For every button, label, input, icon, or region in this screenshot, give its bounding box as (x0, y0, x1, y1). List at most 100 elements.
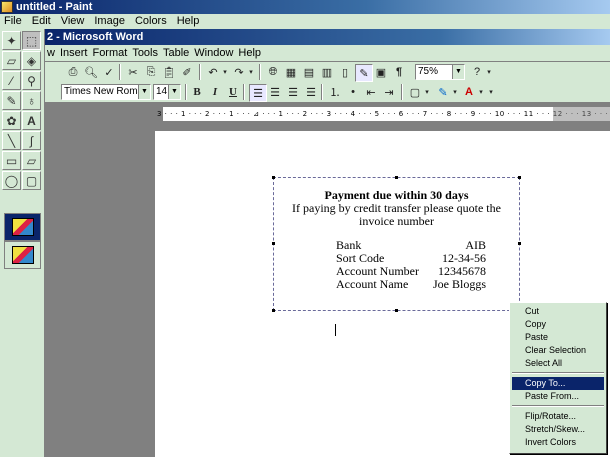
office-assistant-icon[interactable]: ? (469, 64, 485, 80)
toolbar-options-icon[interactable]: ▾ (485, 64, 493, 80)
rounded-rectangle-icon[interactable]: ▢ (22, 171, 41, 190)
menu-view[interactable]: View (61, 15, 85, 27)
menu-help[interactable]: Help (177, 15, 200, 27)
borders-icon[interactable]: ▢ (407, 84, 423, 100)
selection-opaque-option[interactable] (4, 213, 41, 241)
show-hide-icon[interactable]: ¶ (391, 64, 407, 80)
print-preview-icon[interactable]: 🔍︎ (83, 64, 99, 80)
menu-item-stretch-skew[interactable]: Stretch/Skew... (512, 423, 604, 436)
format-painter-icon[interactable]: ✐ (179, 64, 195, 80)
menu-item-copy[interactable]: Copy (512, 318, 604, 331)
word-menu-window[interactable]: Window (194, 47, 233, 59)
menu-colors[interactable]: Colors (135, 15, 167, 27)
brush-icon[interactable]: ♁ (22, 91, 41, 110)
rectangle-icon[interactable]: ▭ (2, 151, 21, 170)
highlight-dropdown-icon[interactable]: ▾ (451, 84, 459, 100)
italic-icon[interactable]: I (207, 84, 223, 100)
zoom-value: 75% (418, 66, 439, 77)
word-menu-help[interactable]: Help (238, 47, 261, 59)
menu-item-invert-colors[interactable]: Invert Colors (512, 436, 604, 449)
magnifier-icon[interactable]: ⚲ (22, 71, 41, 90)
word-menu-format[interactable]: Format (92, 47, 127, 59)
underline-icon[interactable]: U (225, 84, 241, 100)
select-icon[interactable]: ⬚ (22, 31, 41, 50)
horizontal-ruler[interactable]: 3 · · · 1 · · · 2 · · · 1 · · · ⊿ · · · … (155, 106, 610, 122)
redo-dropdown-icon[interactable]: ▾ (247, 64, 255, 80)
insert-excel-icon[interactable]: ▥ (319, 64, 335, 80)
chevron-down-icon: ▼ (168, 85, 180, 99)
bank-row: Bank AIB (336, 238, 486, 252)
tables-borders-icon[interactable]: ▦ (283, 64, 299, 80)
paint-app-icon (1, 1, 13, 13)
pick-color-icon[interactable]: ⁄ (2, 71, 21, 90)
menu-item-flip-rotate[interactable]: Flip/Rotate... (512, 410, 604, 423)
word-menu-insert[interactable]: Insert (60, 47, 88, 59)
paint-window-title: untitled - Paint (16, 1, 93, 13)
bold-icon[interactable]: B (189, 84, 205, 100)
redo-icon[interactable]: ↷ (231, 64, 247, 80)
word-menu-view[interactable]: w (47, 47, 55, 59)
toolbar-options-icon-2[interactable]: ▾ (487, 84, 495, 100)
payment-instructions: If paying by credit transfer please quot… (292, 201, 501, 228)
insert-table-icon[interactable]: ▤ (301, 64, 317, 80)
columns-icon[interactable]: ▯ (337, 64, 353, 80)
free-form-select-icon[interactable]: ✦ (2, 31, 21, 50)
fill-bucket-icon[interactable]: ◈ (22, 51, 41, 70)
menu-item-clear-selection[interactable]: Clear Selection (512, 344, 604, 357)
paste-icon[interactable]: 📋︎ (161, 64, 177, 80)
curve-icon[interactable]: ∫ (22, 131, 41, 150)
undo-dropdown-icon[interactable]: ▾ (221, 64, 229, 80)
menu-file[interactable]: File (4, 15, 22, 27)
ellipse-icon[interactable]: ◯ (2, 171, 21, 190)
row-label: Account Name (336, 277, 409, 291)
borders-dropdown-icon[interactable]: ▾ (423, 84, 431, 100)
menu-item-select-all[interactable]: Select All (512, 357, 604, 370)
bullets-icon[interactable]: • (345, 84, 361, 100)
font-name: Times New Roman (64, 86, 149, 97)
justify-icon[interactable]: ☰ (303, 84, 319, 100)
menu-image[interactable]: Image (94, 15, 125, 27)
account-name-row: Account Name Joe Bloggs (336, 277, 486, 291)
drawing-icon[interactable]: ✎ (355, 64, 373, 82)
paint-title-bar: untitled - Paint (0, 0, 610, 14)
align-center-icon[interactable]: ☰ (267, 84, 283, 100)
highlight-icon[interactable]: ✎ (435, 84, 451, 100)
increase-indent-icon[interactable]: ⇥ (381, 84, 397, 100)
decrease-indent-icon[interactable]: ⇤ (363, 84, 379, 100)
word-title-bar: 2 - Microsoft Word (45, 29, 610, 45)
menu-item-copy-to[interactable]: Copy To... (512, 377, 604, 390)
menu-item-paste[interactable]: Paste (512, 331, 604, 344)
hyperlink-icon[interactable]: 🌐︎ (265, 64, 281, 80)
zoom-combo[interactable]: 75% ▼ (415, 64, 465, 80)
paint-tool-box: ✦ ⬚ ▱ ◈ ⁄ ⚲ ✎ ♁ ✿ A ╲ ∫ ▭ ▱ ◯ ▢ (0, 29, 45, 457)
font-color-icon[interactable]: A (461, 84, 477, 100)
font-combo[interactable]: Times New Roman ▼ (61, 84, 151, 100)
undo-icon[interactable]: ↶ (205, 64, 221, 80)
numbering-icon[interactable]: ⒈ (327, 84, 343, 100)
line-icon[interactable]: ╲ (2, 131, 21, 150)
cut-icon[interactable]: ✂ (125, 64, 141, 80)
eraser-icon[interactable]: ▱ (2, 51, 21, 70)
align-right-icon[interactable]: ☰ (285, 84, 301, 100)
menu-item-cut[interactable]: Cut (512, 305, 604, 318)
spelling-icon[interactable]: ✓ (101, 64, 117, 80)
word-menu-table[interactable]: Table (163, 47, 189, 59)
font-size-combo[interactable]: 14 ▼ (153, 84, 181, 100)
document-map-icon[interactable]: ▣ (373, 64, 389, 80)
payment-text-box[interactable]: Payment due within 30 days If paying by … (272, 176, 521, 312)
chevron-down-icon: ▼ (452, 65, 464, 79)
word-menu-tools[interactable]: Tools (132, 47, 158, 59)
row-value: Joe Bloggs (432, 277, 486, 291)
menu-item-paste-from[interactable]: Paste From... (512, 390, 604, 403)
print-icon[interactable]: ⎙ (65, 64, 81, 80)
font-size-value: 14 (156, 86, 168, 97)
pencil-icon[interactable]: ✎ (2, 91, 21, 110)
selection-transparent-option[interactable] (4, 241, 41, 269)
copy-icon[interactable]: ⎘ (143, 64, 159, 80)
airbrush-icon[interactable]: ✿ (2, 111, 21, 130)
menu-edit[interactable]: Edit (32, 15, 51, 27)
text-icon[interactable]: A (22, 111, 41, 130)
polygon-icon[interactable]: ▱ (22, 151, 41, 170)
align-left-icon[interactable]: ☰ (249, 84, 267, 102)
font-color-dropdown-icon[interactable]: ▾ (477, 84, 485, 100)
